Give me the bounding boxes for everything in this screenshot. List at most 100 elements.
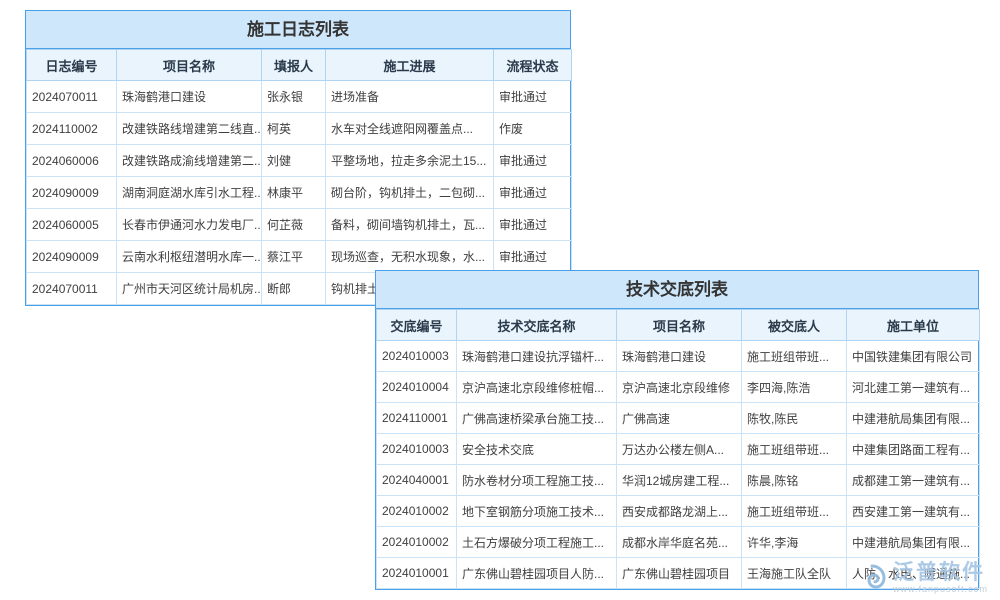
disclosure-name-link[interactable]: 地下室钢筋分项施工技术... <box>457 496 617 527</box>
fanpu-swirl-icon <box>857 563 887 593</box>
log-project-link[interactable]: 广州市天河区统计局机房... <box>117 273 262 305</box>
log-project-link[interactable]: 云南水利枢纽潜明水库一... <box>117 241 262 273</box>
log-progress: 备料，砌间墙钩机排土，瓦... <box>326 209 494 241</box>
log-status-badge: 审批通过 <box>494 145 572 177</box>
disclosure-row[interactable]: 2024010002 土石方爆破分项工程施工... 成都水岸华庭名苑... 许华… <box>377 527 980 558</box>
construction-log-table: 日志编号 项目名称 填报人 施工进展 流程状态 2024070011 珠海鹤港口… <box>26 49 572 305</box>
log-project-link[interactable]: 长春市伊通河水力发电厂... <box>117 209 262 241</box>
log-col-id: 日志编号 <box>27 50 117 81</box>
log-row[interactable]: 2024060005 长春市伊通河水力发电厂... 何芷薇 备料，砌间墙钩机排土… <box>27 209 572 241</box>
disclosure-row[interactable]: 2024010003 安全技术交底 万达办公楼左侧A... 施工班组带班... … <box>377 434 980 465</box>
log-id-link[interactable]: 2024090009 <box>27 241 117 273</box>
construction-log-window: 施工日志列表 日志编号 项目名称 填报人 施工进展 流程状态 202407001… <box>25 10 571 306</box>
disclosure-name-link[interactable]: 珠海鹤港口建设抗浮锚杆... <box>457 341 617 372</box>
log-col-project: 项目名称 <box>117 50 262 81</box>
disclosure-unit: 中建港航局集团有限... <box>847 403 980 434</box>
log-row[interactable]: 2024090009 湖南洞庭湖水库引水工程... 林康平 砌台阶，钩机排土，二… <box>27 177 572 209</box>
disclosure-name-link[interactable]: 土石方爆破分项工程施工... <box>457 527 617 558</box>
fanpu-logo: 泛普软件 www.fanpusoft.com <box>857 562 988 594</box>
log-row[interactable]: 2024090009 云南水利枢纽潜明水库一... 蔡江平 现场巡查，无积水现象… <box>27 241 572 273</box>
disclosure-row[interactable]: 2024010002 地下室钢筋分项施工技术... 西安成都路龙湖上... 施工… <box>377 496 980 527</box>
disclosure-person: 陈牧,陈民 <box>742 403 847 434</box>
disclosure-id-link[interactable]: 2024040001 <box>377 465 457 496</box>
disclosure-col-person: 被交底人 <box>742 310 847 341</box>
log-progress: 砌台阶，钩机排土，二包砌... <box>326 177 494 209</box>
disclosure-project-link[interactable]: 京沪高速北京段维修 <box>617 372 742 403</box>
log-status-badge: 作废 <box>494 113 572 145</box>
log-id-link[interactable]: 2024070011 <box>27 81 117 113</box>
log-status-badge: 审批通过 <box>494 81 572 113</box>
disclosure-name-link[interactable]: 广东佛山碧桂园项目人防... <box>457 558 617 589</box>
disclosure-project-link[interactable]: 成都水岸华庭名苑... <box>617 527 742 558</box>
disclosure-project-link[interactable]: 华润12城房建工程... <box>617 465 742 496</box>
disclosure-name-link[interactable]: 京沪高速北京段维修桩帽... <box>457 372 617 403</box>
disclosure-id-link[interactable]: 2024010001 <box>377 558 457 589</box>
log-col-progress: 施工进展 <box>326 50 494 81</box>
disclosure-project-link[interactable]: 珠海鹤港口建设 <box>617 341 742 372</box>
disclosure-person: 李四海,陈浩 <box>742 372 847 403</box>
disclosure-name-link[interactable]: 广佛高速桥梁承台施工技... <box>457 403 617 434</box>
disclosure-name-link[interactable]: 安全技术交底 <box>457 434 617 465</box>
log-id-link[interactable]: 2024060005 <box>27 209 117 241</box>
disclosure-row[interactable]: 2024010003 珠海鹤港口建设抗浮锚杆... 珠海鹤港口建设 施工班组带班… <box>377 341 980 372</box>
disclosure-person: 陈晨,陈铭 <box>742 465 847 496</box>
log-status-badge: 审批通过 <box>494 241 572 273</box>
technical-disclosure-window: 技术交底列表 交底编号 技术交底名称 项目名称 被交底人 施工单位 202401… <box>375 270 979 590</box>
log-header-row: 日志编号 项目名称 填报人 施工进展 流程状态 <box>27 50 572 81</box>
log-project-link[interactable]: 改建铁路线增建第二线直... <box>117 113 262 145</box>
disclosure-project-link[interactable]: 西安成都路龙湖上... <box>617 496 742 527</box>
disclosure-person: 许华,李海 <box>742 527 847 558</box>
disclosure-id-link[interactable]: 2024010004 <box>377 372 457 403</box>
disclosure-unit: 成都建工第一建筑有... <box>847 465 980 496</box>
disclosure-unit: 中建港航局集团有限... <box>847 527 980 558</box>
disclosure-header-row: 交底编号 技术交底名称 项目名称 被交底人 施工单位 <box>377 310 980 341</box>
log-row[interactable]: 2024110002 改建铁路线增建第二线直... 柯英 水车对全线遮阳网覆盖点… <box>27 113 572 145</box>
log-reporter: 蔡江平 <box>262 241 326 273</box>
disclosure-project-link[interactable]: 广佛高速 <box>617 403 742 434</box>
disclosure-col-name: 技术交底名称 <box>457 310 617 341</box>
disclosure-row[interactable]: 2024110001 广佛高速桥梁承台施工技... 广佛高速 陈牧,陈民 中建港… <box>377 403 980 434</box>
technical-disclosure-table: 交底编号 技术交底名称 项目名称 被交底人 施工单位 2024010003 珠海… <box>376 309 980 589</box>
log-progress: 水车对全线遮阳网覆盖点... <box>326 113 494 145</box>
disclosure-id-link[interactable]: 2024010003 <box>377 434 457 465</box>
log-col-status: 流程状态 <box>494 50 572 81</box>
disclosure-unit: 西安建工第一建筑有... <box>847 496 980 527</box>
disclosure-person: 施工班组带班... <box>742 434 847 465</box>
log-id-link[interactable]: 2024110002 <box>27 113 117 145</box>
log-reporter: 何芷薇 <box>262 209 326 241</box>
disclosure-row[interactable]: 2024040001 防水卷材分项工程施工技... 华润12城房建工程... 陈… <box>377 465 980 496</box>
log-project-link[interactable]: 湖南洞庭湖水库引水工程... <box>117 177 262 209</box>
disclosure-id-link[interactable]: 2024110001 <box>377 403 457 434</box>
log-status-badge: 审批通过 <box>494 177 572 209</box>
log-project-link[interactable]: 珠海鹤港口建设 <box>117 81 262 113</box>
disclosure-unit: 中建集团路面工程有... <box>847 434 980 465</box>
log-progress: 现场巡查，无积水现象，水... <box>326 241 494 273</box>
log-id-link[interactable]: 2024070011 <box>27 273 117 305</box>
log-project-link[interactable]: 改建铁路成渝线增建第二... <box>117 145 262 177</box>
disclosure-col-unit: 施工单位 <box>847 310 980 341</box>
log-reporter: 断郎 <box>262 273 326 305</box>
log-row[interactable]: 2024070011 珠海鹤港口建设 张永银 进场准备 审批通过 <box>27 81 572 113</box>
disclosure-name-link[interactable]: 防水卷材分项工程施工技... <box>457 465 617 496</box>
disclosure-person: 施工班组带班... <box>742 496 847 527</box>
disclosure-id-link[interactable]: 2024010003 <box>377 341 457 372</box>
disclosure-col-id: 交底编号 <box>377 310 457 341</box>
brand-name: 泛普软件 <box>893 562 988 584</box>
disclosure-person: 施工班组带班... <box>742 341 847 372</box>
log-reporter: 刘健 <box>262 145 326 177</box>
disclosure-id-link[interactable]: 2024010002 <box>377 496 457 527</box>
disclosure-id-link[interactable]: 2024010002 <box>377 527 457 558</box>
log-progress: 平整场地，拉走多余泥土15... <box>326 145 494 177</box>
construction-log-title: 施工日志列表 <box>26 11 570 49</box>
log-reporter: 张永银 <box>262 81 326 113</box>
log-col-reporter: 填报人 <box>262 50 326 81</box>
disclosure-row[interactable]: 2024010004 京沪高速北京段维修桩帽... 京沪高速北京段维修 李四海,… <box>377 372 980 403</box>
log-row[interactable]: 2024060006 改建铁路成渝线增建第二... 刘健 平整场地，拉走多余泥土… <box>27 145 572 177</box>
log-id-link[interactable]: 2024060006 <box>27 145 117 177</box>
disclosure-project-link[interactable]: 广东佛山碧桂园项目 <box>617 558 742 589</box>
log-reporter: 林康平 <box>262 177 326 209</box>
disclosure-unit: 河北建工第一建筑有... <box>847 372 980 403</box>
disclosure-project-link[interactable]: 万达办公楼左侧A... <box>617 434 742 465</box>
brand-website: www.fanpusoft.com <box>893 585 988 594</box>
log-id-link[interactable]: 2024090009 <box>27 177 117 209</box>
